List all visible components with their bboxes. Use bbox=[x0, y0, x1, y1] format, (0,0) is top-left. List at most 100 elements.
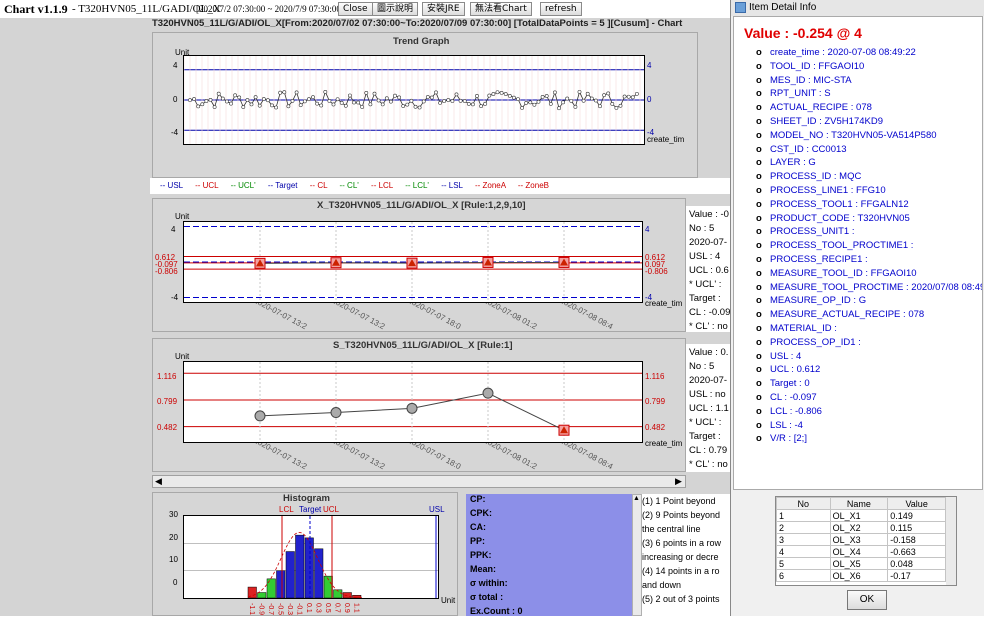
trend-point bbox=[347, 93, 352, 98]
s-chart-info: Value : 0. No : 5 2020-07- USL : no UCL … bbox=[686, 344, 730, 472]
trend-point bbox=[483, 101, 488, 106]
legend-item: -- LCL bbox=[371, 181, 393, 190]
hist-y-tick: 30 bbox=[169, 510, 178, 519]
bullet-icon: o bbox=[756, 185, 762, 196]
legend-help-button[interactable]: 圖示說明 bbox=[372, 2, 419, 16]
stat-line: σ within: bbox=[470, 578, 508, 588]
trend-point bbox=[491, 92, 496, 96]
table-scrollbar[interactable] bbox=[946, 497, 956, 585]
stat-line: PP: bbox=[470, 536, 486, 546]
cannot-view-chart-button[interactable]: 無法看Chart bbox=[470, 2, 532, 16]
table-row[interactable]: 6 OL_X6 -0.17 bbox=[776, 569, 946, 582]
trend-point bbox=[364, 91, 369, 95]
trend-point bbox=[409, 98, 414, 103]
install-jre-button[interactable]: 安裝JRE bbox=[422, 2, 465, 16]
detail-table-grid: No Name Value 1 OL_X1 0.149 2 OL_X2 0.115 3 OL_… bbox=[776, 497, 946, 582]
bullet-icon: o bbox=[756, 392, 762, 403]
bullet-icon: o bbox=[756, 143, 762, 155]
trend-point bbox=[495, 90, 500, 95]
table-row[interactable]: 2 OL_X2 0.115 bbox=[776, 521, 946, 534]
hist-y-tick: 20 bbox=[169, 533, 178, 542]
hist-bar bbox=[276, 570, 286, 599]
rule-line: (1) 1 Point beyond bbox=[642, 496, 716, 506]
trend-point bbox=[434, 90, 438, 95]
trend-point bbox=[626, 94, 631, 99]
s-info-line: * CL' : no bbox=[689, 459, 728, 470]
detail-body: Value : -0.254 @ 4 o create_time : 2020-0… bbox=[733, 16, 983, 490]
detail-window-title: Item Detail Info bbox=[749, 2, 817, 13]
hist-x-tick-label: -1.1 bbox=[248, 603, 255, 615]
ok-button[interactable]: OK bbox=[847, 590, 887, 610]
table-row[interactable]: 1 OL_X1 0.149 bbox=[776, 509, 946, 522]
trend-point bbox=[388, 99, 393, 104]
trend-point bbox=[573, 104, 578, 109]
x-info-line: Target : bbox=[689, 293, 721, 304]
s-label: 2020-07-08 01:2 bbox=[482, 443, 539, 472]
detail-field-text: CST_ID : CC0013 bbox=[770, 143, 847, 155]
x-info-line: * UCL' : bbox=[689, 279, 722, 290]
detail-field-text: MEASURE_TOOL_PROCTIME : 2020/07/08 08:49… bbox=[770, 281, 983, 293]
rules-panel: (1) 1 Point beyond (2) 9 Points beyond t… bbox=[642, 494, 730, 616]
trend-point bbox=[589, 96, 594, 101]
scroll-up-icon[interactable]: ▲ bbox=[633, 495, 640, 502]
trend-point bbox=[372, 91, 377, 96]
detail-field-text: PRODUCT_CODE : T320HVN05 bbox=[770, 212, 910, 224]
trend-point bbox=[511, 95, 516, 100]
trend-point bbox=[462, 99, 467, 103]
trend-point bbox=[196, 104, 201, 109]
table-cell: -0.663 bbox=[887, 545, 946, 558]
trend-point bbox=[204, 99, 209, 103]
table-cell: OL_X1 bbox=[829, 509, 889, 522]
s-point bbox=[406, 402, 418, 414]
s-tick: 1.116 bbox=[645, 372, 665, 381]
hist-x-tick-label: 0.3 bbox=[315, 603, 322, 613]
hist-y-tick: 0 bbox=[173, 578, 178, 587]
table-row[interactable]: 5 OL_X5 0.048 bbox=[776, 557, 946, 570]
stat-line: CP: bbox=[470, 494, 486, 504]
trend-point bbox=[286, 104, 291, 109]
legend-item: -- USL bbox=[160, 181, 183, 190]
horizontal-scrollbar[interactable]: ◀ ▶ bbox=[152, 475, 686, 488]
s-info-line: Target : bbox=[689, 431, 721, 442]
trend-point bbox=[307, 97, 311, 102]
x-tick: 4 bbox=[171, 225, 176, 234]
legend-item: -- ZoneB bbox=[517, 181, 549, 190]
trend-point bbox=[585, 91, 590, 96]
trend-point bbox=[606, 91, 611, 96]
x-label: 2020-07-08 08:4 bbox=[558, 303, 615, 332]
trend-title: Trend Graph bbox=[393, 36, 450, 47]
detail-table: No Name Value 1 OL_X1 0.149 2 OL_X2 0.115 3 OL_… bbox=[775, 496, 957, 586]
scroll-left-icon[interactable]: ◀ bbox=[155, 476, 162, 487]
detail-field-text: UCL : 0.612 bbox=[770, 364, 821, 376]
trend-point bbox=[376, 98, 381, 103]
bullet-icon: o bbox=[756, 88, 762, 100]
bullet-icon: o bbox=[756, 350, 762, 362]
trend-point bbox=[634, 91, 639, 96]
detail-field-text: MATERIAL_ID : bbox=[770, 323, 837, 334]
refresh-button[interactable]: refresh bbox=[540, 2, 582, 16]
hist-x-tick-label: -0.1 bbox=[296, 603, 303, 615]
trend-point bbox=[266, 98, 270, 103]
col-header-name[interactable]: Name bbox=[829, 497, 889, 510]
col-header-value[interactable]: Value bbox=[887, 497, 946, 510]
scroll-right-icon[interactable]: ▶ bbox=[675, 476, 682, 487]
table-row[interactable]: 3 OL_X3 -0.158 bbox=[776, 533, 946, 546]
col-header-no[interactable]: No bbox=[776, 497, 831, 510]
hist-bar bbox=[314, 548, 324, 599]
bullet-icon: o bbox=[756, 364, 762, 376]
table-cell: 6 bbox=[776, 569, 831, 582]
trend-point bbox=[245, 98, 250, 102]
trend-point bbox=[302, 99, 307, 104]
hist-label-target: Target bbox=[299, 505, 322, 514]
s-label: 2020-07-08 08:4 bbox=[558, 443, 615, 472]
trend-tick: 0 bbox=[647, 95, 652, 104]
s-info-line: No : 5 bbox=[689, 361, 715, 372]
table-row[interactable]: 4 OL_X4 -0.663 bbox=[776, 545, 946, 558]
trend-tick: 4 bbox=[173, 61, 178, 70]
date-range: [2020/7/2 07:30:00 ~ 2020/7/9 07:30:00] bbox=[196, 4, 344, 14]
hist-bar bbox=[285, 551, 295, 599]
close-button[interactable]: Close bbox=[338, 2, 373, 16]
bullet-icon: o bbox=[756, 198, 762, 210]
stats-scrollbar[interactable]: ▲ bbox=[632, 494, 642, 616]
s-tick: 0.799 bbox=[157, 397, 178, 406]
